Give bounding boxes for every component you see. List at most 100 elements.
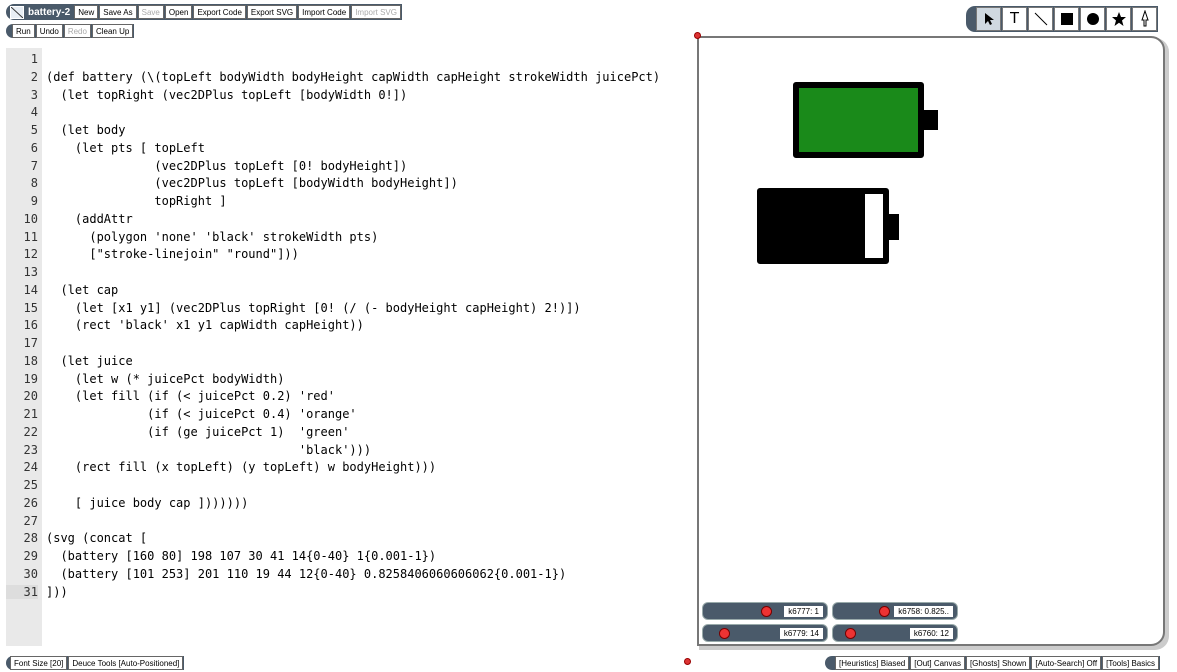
battery-2-juice[interactable] (760, 191, 865, 261)
line-number: 6 (30, 140, 38, 155)
redo-button[interactable]: Redo (63, 24, 91, 38)
new-button[interactable]: New (74, 5, 99, 19)
code-line[interactable]: (let pts [ topLeft (46, 141, 205, 155)
line-number: 7 (30, 158, 38, 173)
code-line[interactable]: (vec2DPlus topLeft [0! bodyHeight]) (46, 159, 407, 173)
code-line[interactable]: (let w (* juicePct bodyWidth) (46, 372, 285, 386)
circle-tool-icon[interactable] (1080, 7, 1105, 31)
battery-2-highlight (865, 197, 879, 255)
code-line[interactable]: (let topRight (vec2DPlus topLeft [bodyWi… (46, 88, 407, 102)
slider-k6760[interactable]: k6760: 12 (832, 624, 958, 642)
bottom-right-bar: [Heuristics] Biased [Out] Canvas [Ghosts… (825, 656, 1160, 670)
line-number: 21 (23, 407, 38, 421)
export-svg-button[interactable]: Export SVG (246, 5, 298, 19)
code-line[interactable]: (if (ge juicePct 1) 'green' (46, 425, 349, 439)
code-line[interactable]: (let cap (46, 283, 118, 297)
code-line[interactable]: (let body (46, 123, 125, 137)
code-line[interactable]: 'black'))) (46, 443, 371, 457)
canvas-anchor-bottom[interactable] (684, 658, 691, 665)
battery-1-cap[interactable] (924, 110, 938, 130)
open-button[interactable]: Open (164, 5, 193, 19)
line-number: 1 (30, 52, 38, 66)
import-svg-button[interactable]: Import SVG (351, 5, 401, 19)
code-line[interactable]: (battery [101 253] 201 110 19 44 12{0-40… (46, 567, 566, 581)
line-number: 28 (23, 531, 38, 546)
star-tool-icon[interactable] (1106, 7, 1131, 31)
code-line[interactable]: (rect 'black' x1 y1 capWidth capHeight)) (46, 318, 364, 332)
save-button[interactable]: Save (137, 5, 164, 19)
slider-k6777[interactable]: k6777: 1 (702, 602, 828, 620)
code-line[interactable]: (let [x1 y1] (vec2DPlus topRight [0! (/ … (46, 301, 581, 315)
auto-search-button[interactable]: [Auto-Search] Off (1031, 656, 1102, 670)
code-line[interactable]: topRight ] (46, 194, 226, 208)
line-number: 16 (23, 318, 38, 333)
code-line[interactable]: ])) (46, 585, 68, 599)
line-number: 19 (23, 371, 38, 386)
export-code-button[interactable]: Export Code (193, 5, 246, 19)
code-line[interactable]: (polygon 'none' 'black' strokeWidth pts) (46, 230, 378, 244)
line-tool-icon[interactable] (1028, 7, 1053, 31)
code-line[interactable]: [ juice body cap ])))))) (46, 496, 256, 510)
save-as-button[interactable]: Save As (99, 5, 137, 19)
text-tool-icon[interactable]: T (1002, 7, 1027, 31)
ghosts-button[interactable]: [Ghosts] Shown (965, 656, 1031, 670)
tool-palette: T (966, 6, 1158, 32)
line-number: 27 (23, 513, 38, 528)
code-line[interactable]: (vec2DPlus topLeft [bodyWidth bodyHeight… (46, 176, 457, 190)
code-line[interactable]: (addAttr (46, 212, 133, 226)
edit-bar: Run Undo Redo Clean Up (6, 24, 135, 38)
line-number: 24 (23, 460, 38, 475)
slider-label: k6760: 12 (909, 628, 953, 639)
slider-label: k6779: 14 (779, 628, 823, 639)
line-number: 23 (23, 442, 38, 457)
out-canvas-button[interactable]: [Out] Canvas (910, 656, 965, 670)
bottom-left-bar: Font Size [20] Deuce Tools [Auto-Positio… (6, 656, 185, 670)
code-line[interactable]: (let fill (if (< juicePct 0.2) 'red' (46, 389, 335, 403)
battery-2-cap[interactable] (889, 214, 899, 240)
slider-handle[interactable] (719, 628, 730, 639)
battery-1-juice[interactable] (796, 85, 921, 155)
line-number: 22 (23, 424, 38, 439)
code-line[interactable]: (if (< juicePct 0.4) 'orange' (46, 407, 357, 421)
line-number: 5 (30, 123, 38, 137)
line-number: 9 (30, 194, 38, 208)
code-line[interactable]: (let juice (46, 354, 132, 368)
code-line[interactable]: (def battery (\(topLeft bodyWidth bodyHe… (46, 70, 660, 84)
cursor-tool-icon[interactable] (976, 7, 1001, 31)
canvas-svg (757, 82, 938, 264)
line-number: 29 (23, 549, 38, 563)
import-code-button[interactable]: Import Code (298, 5, 351, 19)
line-number: 11 (23, 229, 38, 244)
run-button[interactable]: Run (12, 24, 35, 38)
pen-tool-icon[interactable] (1132, 7, 1157, 31)
rect-tool-icon[interactable] (1054, 7, 1079, 31)
logo-icon (10, 5, 24, 19)
slider-label: k6777: 1 (784, 606, 823, 617)
slider-k6758[interactable]: k6758: 0.825.. (832, 602, 958, 620)
code-line[interactable]: (rect fill (x topLeft) (y topLeft) w bod… (46, 460, 436, 474)
line-number: 2 (30, 69, 38, 84)
output-canvas[interactable] (697, 36, 1165, 646)
line-number: 13 (23, 265, 38, 279)
clean-up-button[interactable]: Clean Up (91, 24, 134, 38)
slider-handle[interactable] (845, 628, 856, 639)
menu-bar: battery-2 New Save As Save Open Export C… (6, 4, 402, 20)
code-line[interactable]: (battery [160 80] 198 107 30 41 14{0-40}… (46, 549, 436, 563)
line-number: 26 (23, 495, 38, 510)
slider-k6779[interactable]: k6779: 14 (702, 624, 828, 642)
undo-button[interactable]: Undo (35, 24, 63, 38)
line-number: 15 (23, 300, 38, 315)
line-number: 3 (30, 87, 38, 102)
canvas-anchor-top[interactable] (694, 32, 701, 39)
font-size-button[interactable]: Font Size [20] (10, 656, 68, 670)
line-number: 14 (23, 282, 38, 297)
heuristics-button[interactable]: [Heuristics] Biased (835, 656, 910, 670)
code-line[interactable]: (svg (concat [ (46, 531, 147, 545)
deuce-tools-button[interactable]: Deuce Tools [Auto-Positioned] (68, 656, 184, 670)
line-number: 17 (23, 336, 38, 350)
line-number: 31 (6, 584, 38, 599)
slider-handle[interactable] (879, 606, 890, 617)
slider-handle[interactable] (761, 606, 772, 617)
tools-button[interactable]: [Tools] Basics (1102, 656, 1159, 670)
code-line[interactable]: ["stroke-linejoin" "round"])) (46, 247, 299, 261)
